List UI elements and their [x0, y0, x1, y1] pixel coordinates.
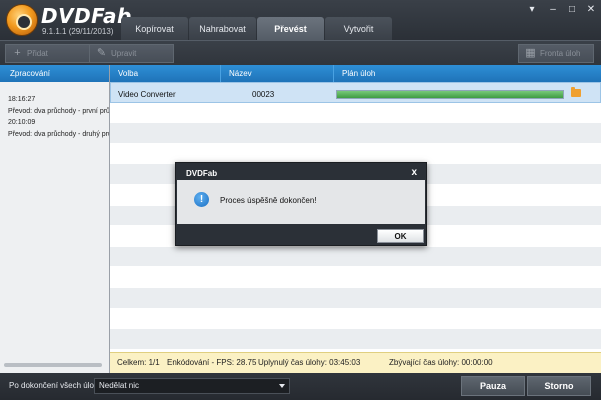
- dialog-title: DVDFab: [186, 169, 218, 178]
- column-schedule[interactable]: Plán úloh: [334, 65, 601, 82]
- bottom-bar: Po dokončení všech úloh: Nedělat nic Pau…: [0, 373, 601, 400]
- open-folder-icon[interactable]: [571, 87, 581, 97]
- log-line: Převod: dva průchody - první průc: [8, 107, 109, 115]
- table-row-empty: [110, 287, 601, 309]
- log-line: Převod: dva průchody - druhý průc: [8, 130, 109, 138]
- title-bar: DVDFab 9.1.1.1 (29/11/2013) Kopírovat Na…: [0, 0, 601, 40]
- status-elapsed: Uplynulý čas úlohy: 03:45:03: [258, 358, 361, 367]
- status-strip: Celkem: 1/1 Enkódování - FPS: 28.75 Uply…: [110, 352, 601, 373]
- dvdfab-logo-icon: [6, 4, 38, 36]
- edit-icon: ✎: [96, 47, 107, 59]
- minimize-icon[interactable]: –: [546, 4, 560, 16]
- processing-header: Zpracování: [0, 65, 109, 82]
- dialog-body: ! Proces úspěšně dokončen!: [177, 180, 425, 224]
- tab-create[interactable]: Vytvořit: [325, 17, 392, 40]
- app-version: 9.1.1.1 (29/11/2013): [42, 27, 114, 36]
- plus-icon: +: [14, 47, 21, 59]
- processing-log: 18:16:27 Převod: dva průchody - první pr…: [0, 82, 109, 140]
- after-complete-value: Nedělat nic: [99, 381, 140, 390]
- column-option[interactable]: Volba: [110, 65, 221, 82]
- status-fps: Enkódování - FPS: 28.75: [167, 358, 257, 367]
- edit-button[interactable]: ✎ Upravit: [89, 44, 174, 63]
- tab-burn[interactable]: Nahrabovat: [189, 17, 256, 40]
- log-line: 20:10:09: [8, 119, 36, 126]
- ok-button[interactable]: OK: [377, 229, 424, 243]
- queue-button[interactable]: ▦ Fronta úloh: [518, 44, 594, 63]
- after-complete-label: Po dokončení všech úloh:: [9, 381, 101, 390]
- edit-button-label: Upravit: [111, 49, 137, 58]
- chevron-down-icon: [279, 384, 285, 388]
- stop-button[interactable]: Storno: [527, 376, 591, 396]
- row-option: Video Converter: [118, 90, 176, 99]
- column-name[interactable]: Název: [221, 65, 334, 82]
- table-row-empty: [110, 246, 601, 268]
- row-name: 00023: [252, 90, 275, 99]
- table-row-empty: [110, 329, 601, 350]
- add-button-label: Přidat: [27, 49, 48, 58]
- tab-copy[interactable]: Kopírovat: [121, 17, 188, 40]
- status-remaining: Zbývající čas úlohy: 00:00:00: [389, 358, 493, 367]
- log-line: 18:16:27: [8, 96, 36, 103]
- add-button[interactable]: + Přidat: [5, 44, 90, 63]
- toolbar: + Přidat ✎ Upravit ▦ Fronta úloh: [0, 40, 601, 65]
- table-row-empty: [110, 103, 601, 124]
- table-row-empty: [110, 267, 601, 288]
- queue-button-label: Fronta úloh: [540, 49, 581, 58]
- info-icon: !: [194, 192, 209, 207]
- task-progress-fill: [337, 91, 563, 98]
- table-row-empty: [110, 309, 601, 330]
- menu-icon[interactable]: ▾: [525, 4, 539, 16]
- tab-convert[interactable]: Převést: [257, 17, 324, 40]
- table-row-empty: [110, 123, 601, 144]
- close-icon[interactable]: ✕: [584, 4, 598, 16]
- maximize-icon[interactable]: □: [565, 4, 579, 16]
- app-brand: DVDFab: [41, 4, 132, 28]
- completion-dialog: DVDFab x ! Proces úspěšně dokončen! OK: [175, 162, 427, 246]
- status-total: Celkem: 1/1: [117, 358, 160, 367]
- dialog-message: Proces úspěšně dokončen!: [220, 196, 317, 205]
- queue-icon: ▦: [525, 47, 536, 59]
- after-complete-select[interactable]: Nedělat nic: [94, 378, 290, 394]
- pause-button[interactable]: Pauza: [461, 376, 525, 396]
- table-header: Volba Název Plán úloh: [110, 65, 601, 82]
- processing-panel: Zpracování 18:16:27 Převod: dva průchody…: [0, 65, 110, 373]
- task-progress-bar: [336, 90, 564, 99]
- dialog-close-icon[interactable]: x: [411, 167, 417, 178]
- main-tabs: Kopírovat Nahrabovat Převést Vytvořit: [121, 17, 393, 40]
- log-scrollbar[interactable]: [4, 363, 102, 367]
